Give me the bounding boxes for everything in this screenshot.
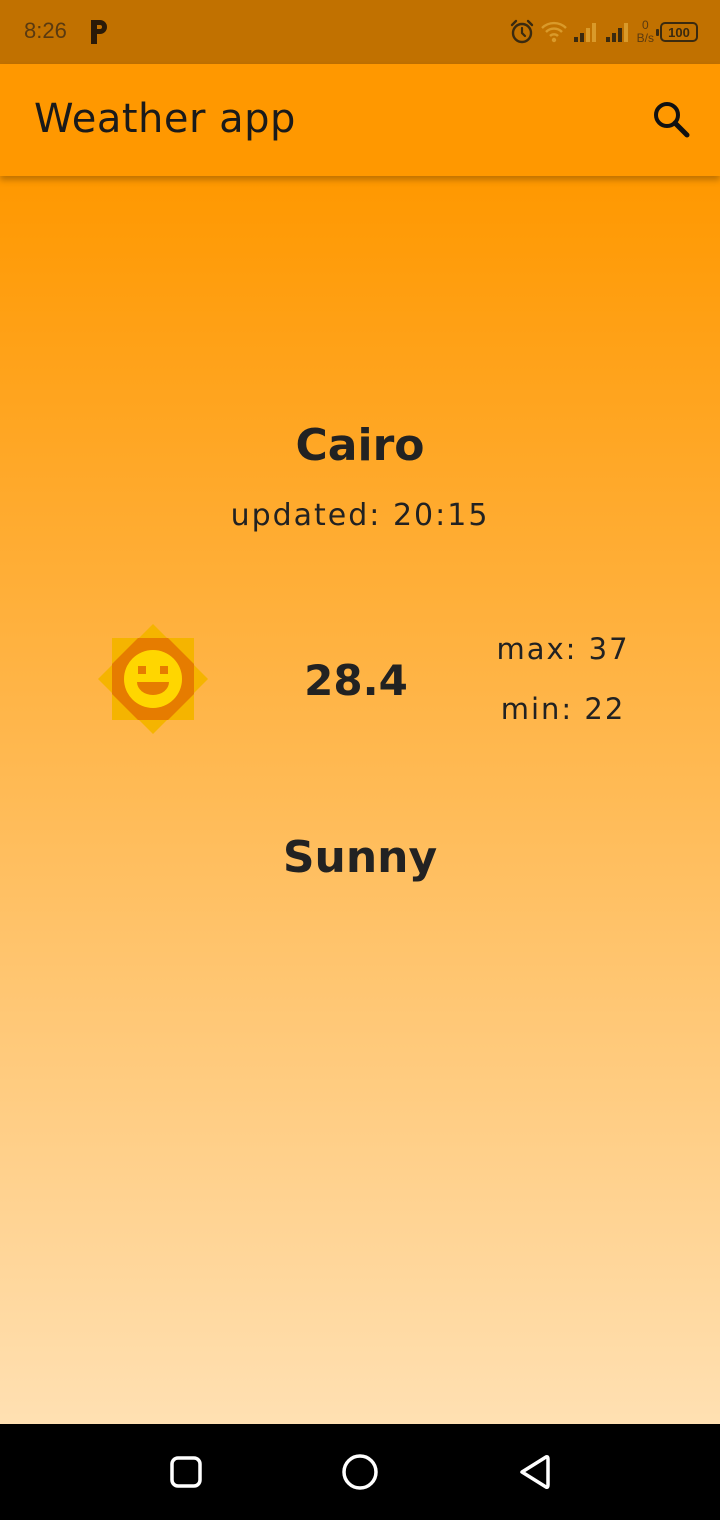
status-bar: 8:26 0 B/s 100	[0, 0, 720, 64]
app-bar: Weather app	[0, 64, 720, 176]
current-temperature: 28.4	[304, 656, 408, 705]
signal-sim1-icon	[573, 23, 596, 42]
p-app-icon	[91, 20, 107, 44]
net-speed-unit: B/s	[636, 31, 654, 45]
app-title: Weather app	[34, 96, 296, 142]
back-button[interactable]	[510, 1448, 558, 1496]
weather-content: Cairo updated: 20:15 28.4 max: 37 min: 2…	[0, 176, 720, 1424]
max-temperature: max: 37	[496, 632, 630, 666]
updated-time: updated: 20:15	[230, 498, 490, 533]
search-icon	[654, 102, 690, 138]
status-time: 8:26	[24, 18, 67, 43]
alarm-icon	[510, 19, 533, 44]
weather-condition: Sunny	[282, 832, 438, 883]
back-triangle-icon	[520, 1455, 550, 1489]
home-button[interactable]	[336, 1448, 384, 1496]
battery-icon: 100	[656, 22, 698, 42]
battery-level: 100	[668, 24, 690, 40]
screen: 8:26 0 B/s 100 Weather app Cairo updated…	[0, 0, 720, 1520]
home-circle-icon	[342, 1454, 378, 1490]
net-speed: 0 B/s	[637, 19, 654, 45]
navigation-bar	[0, 1424, 720, 1520]
city-name: Cairo	[295, 420, 425, 471]
recents-square-icon	[170, 1456, 202, 1488]
signal-sim2-icon	[605, 23, 628, 42]
sun-icon	[98, 624, 208, 734]
min-temperature: min: 22	[500, 692, 626, 726]
recents-button[interactable]	[162, 1448, 210, 1496]
status-icons: 0 B/s 100	[509, 16, 698, 48]
search-button[interactable]	[646, 94, 696, 144]
wifi-icon	[540, 21, 567, 43]
